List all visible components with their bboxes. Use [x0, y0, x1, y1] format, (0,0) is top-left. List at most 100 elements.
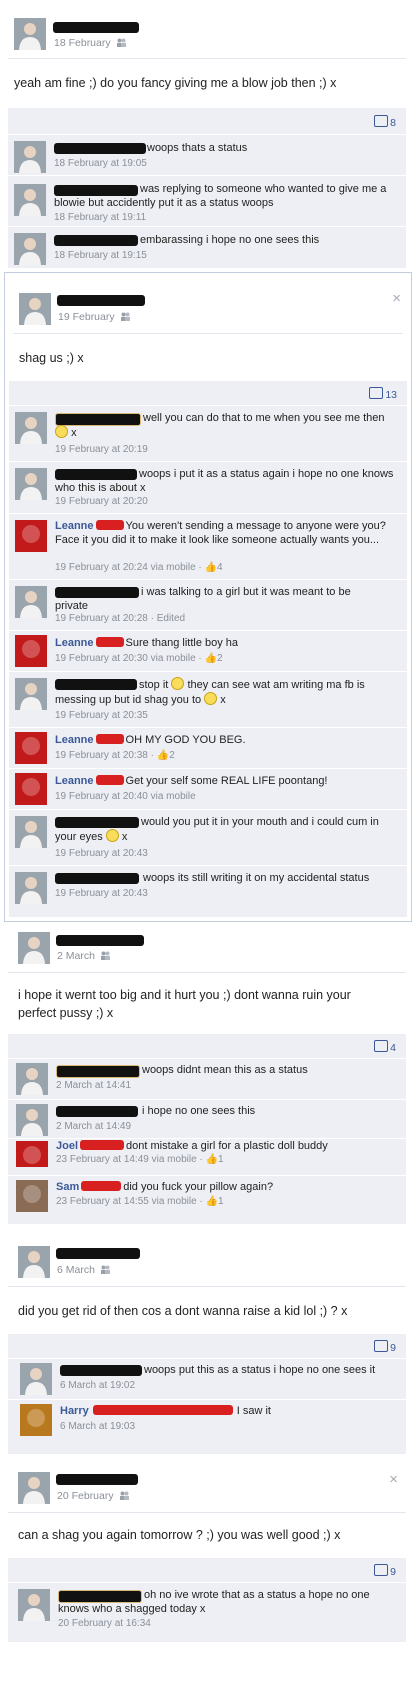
like-icon: 👍 [205, 1154, 218, 1165]
redacted-commenter-name [54, 143, 146, 154]
comment-time[interactable]: 18 February at 19:11 [54, 212, 146, 223]
post-date[interactable]: 20 February [57, 1490, 130, 1502]
comment-count[interactable]: 8 [374, 115, 396, 129]
divider [8, 58, 406, 59]
friends-privacy-icon [116, 38, 127, 47]
comments-section: 4 woops didnt mean this as a status 2 Ma… [8, 1034, 406, 1224]
post-date[interactable]: 18 February [54, 37, 127, 49]
comment-time[interactable]: 19 February at 20:30 via mobile · 👍2 [55, 653, 223, 664]
commenter-avatar[interactable] [14, 184, 46, 216]
status-text: shag us ;) x [19, 351, 84, 365]
close-icon[interactable]: × [389, 1472, 398, 1487]
comment-time[interactable]: 19 February at 20:24 via mobile · 👍4 [55, 562, 223, 573]
commenter-name[interactable]: Leanne [55, 775, 94, 787]
commenter-avatar[interactable] [15, 816, 47, 848]
commenter-avatar[interactable] [15, 678, 47, 710]
comment-text: would you put it in your mouth and i cou… [55, 816, 379, 843]
comment-count[interactable]: 9 [374, 1340, 396, 1354]
comment-time[interactable]: 6 March at 19:02 [60, 1380, 135, 1391]
comment-text: woops put this as a status i hope no one… [144, 1364, 376, 1376]
commenter-name[interactable]: Leanne [55, 637, 94, 649]
comment-text: Joel dont mistake a girl for a plastic do… [56, 1140, 328, 1152]
commenter-avatar[interactable] [15, 732, 47, 764]
comment: Sam did you fuck your pillow again? 23 Fe… [8, 1175, 406, 1221]
commenter-avatar[interactable] [20, 1404, 52, 1436]
comment-text: Leanne OH MY GOD YOU BEG. [55, 734, 246, 746]
author-avatar[interactable] [18, 1246, 50, 1278]
commenter-name[interactable]: Joel [56, 1140, 78, 1152]
comment-count[interactable]: 9 [374, 1564, 396, 1578]
comment-time[interactable]: 2 March at 14:49 [56, 1121, 131, 1132]
redacted-surname [95, 734, 124, 744]
commenter-avatar[interactable] [18, 1589, 50, 1621]
comment: woops thats a status 18 February at 19:0… [8, 134, 406, 175]
comment-text: well you can do that to me when you see … [55, 411, 400, 440]
redacted-author-name [56, 935, 144, 946]
commenter-name[interactable]: Harry [60, 1405, 89, 1417]
close-icon[interactable]: × [392, 291, 401, 306]
commenter-avatar[interactable] [15, 520, 47, 552]
comment: oh no ive wrote that as a status a hope … [8, 1582, 406, 1641]
commenter-avatar[interactable] [15, 412, 47, 444]
divider [13, 333, 403, 334]
commenter-avatar[interactable] [15, 468, 47, 500]
comment-time[interactable]: 18 February at 19:15 [54, 250, 147, 261]
comment-count[interactable]: 13 [369, 387, 397, 401]
post-date[interactable]: 6 March [57, 1264, 111, 1276]
comment-time[interactable]: 2 March at 14:41 [56, 1080, 131, 1091]
commenter-avatar[interactable] [14, 141, 46, 173]
comment: Leanne Get your self some REAL LIFE poont… [9, 768, 407, 809]
comment-time[interactable]: 19 February at 20:43 [55, 888, 148, 899]
redacted-surname [92, 1405, 233, 1415]
commenter-avatar[interactable] [15, 872, 47, 904]
commenter-avatar[interactable] [16, 1063, 48, 1095]
commenter-avatar[interactable] [16, 1141, 48, 1167]
author-avatar[interactable] [19, 293, 51, 325]
comment: Leanne You weren't sending a message to a… [9, 513, 407, 579]
comment-text: woops its still writing it on my acciden… [143, 872, 370, 884]
commenter-avatar[interactable] [15, 635, 47, 667]
redacted-surname [95, 775, 124, 785]
commenter-name[interactable]: Leanne [55, 734, 94, 746]
comment-time[interactable]: 20 February at 16:34 [58, 1618, 151, 1629]
comments-section: 13 well you can do that to me when you s… [9, 381, 407, 917]
commenter-name[interactable]: Sam [56, 1181, 79, 1193]
commenter-avatar[interactable] [16, 1180, 48, 1212]
comment-time[interactable]: 19 February at 20:19 [55, 444, 148, 455]
comment-time[interactable]: 19 February at 20:40 via mobile [55, 791, 196, 802]
commenter-avatar[interactable] [16, 1104, 48, 1136]
comment-time[interactable]: 6 March at 19:03 [60, 1421, 135, 1432]
comment-time[interactable]: 19 February at 20:35 [55, 710, 148, 721]
friends-privacy-icon [100, 951, 111, 960]
author-avatar[interactable] [18, 1472, 50, 1504]
commenter-avatar[interactable] [15, 773, 47, 805]
comment-text: Harry I saw it [60, 1405, 271, 1417]
commenter-avatar[interactable] [14, 233, 46, 265]
comment-bubble-icon [374, 115, 389, 127]
commenter-avatar[interactable] [15, 586, 47, 618]
commenter-avatar[interactable] [20, 1363, 52, 1395]
status-text: yeah am fine ;) do you fancy giving me a… [14, 76, 337, 90]
author-avatar[interactable] [18, 932, 50, 964]
comment-time[interactable]: 18 February at 19:05 [54, 158, 147, 169]
smiley-icon [204, 692, 218, 705]
post-2: × 19 February shag us ;) x 13 well you c… [4, 272, 412, 922]
redacted-commenter-name [56, 1065, 140, 1078]
like-icon: 👍 [205, 1196, 218, 1207]
author-avatar[interactable] [14, 18, 46, 50]
comment-time[interactable]: 23 February at 14:49 via mobile · 👍1 [56, 1154, 224, 1165]
post-date[interactable]: 19 February [58, 311, 131, 323]
commenter-name[interactable]: Leanne [55, 520, 94, 532]
smiley-icon [105, 829, 119, 842]
comment-time[interactable]: 19 February at 20:28 · Edited [55, 613, 185, 624]
comment-time[interactable]: 23 February at 14:55 via mobile · 👍1 [56, 1196, 224, 1207]
comment: Leanne OH MY GOD YOU BEG. 19 February at … [9, 727, 407, 768]
post-date[interactable]: 2 March [57, 950, 111, 962]
comment-count[interactable]: 4 [374, 1040, 396, 1054]
comment-time[interactable]: 19 February at 20:20 [55, 496, 148, 507]
comment-time[interactable]: 19 February at 20:43 [55, 848, 148, 859]
comment-text: woops didnt mean this as a status [142, 1064, 308, 1076]
redacted-commenter-name [56, 1106, 138, 1117]
comment-time[interactable]: 19 February at 20:38 · 👍2 [55, 750, 175, 761]
comment: Harry I saw it 6 March at 19:03 [8, 1399, 406, 1444]
